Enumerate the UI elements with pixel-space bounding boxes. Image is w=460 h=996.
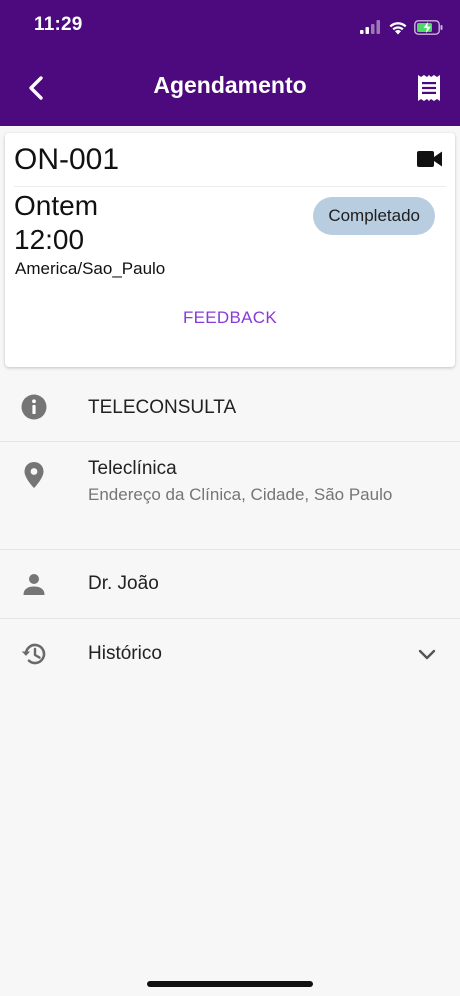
chevron-down-icon xyxy=(418,649,436,660)
doctor-name: Dr. João xyxy=(88,573,159,594)
appointment-code: ON-001 xyxy=(14,143,120,176)
status-icons xyxy=(360,16,444,38)
card-divider xyxy=(14,186,446,187)
person-icon xyxy=(20,570,48,598)
app-header: 11:29 Agendamento xyxy=(0,0,460,126)
history-label: Histórico xyxy=(88,643,162,664)
history-icon xyxy=(20,640,48,668)
history-toggle[interactable]: Histórico xyxy=(0,619,460,689)
location-name: Teleclínica xyxy=(88,458,177,479)
appointment-card: ON-001 Ontem 12:00 America/Sao_Paulo Com… xyxy=(5,133,455,367)
appointment-type-label: TELECONSULTA xyxy=(88,397,237,418)
videocam-icon xyxy=(417,151,442,167)
feedback-button[interactable]: FEEDBACK xyxy=(5,308,455,328)
row-doctor: Dr. João xyxy=(0,550,460,619)
info-icon xyxy=(20,393,48,421)
receipt-icon xyxy=(418,75,440,101)
status-badge: Completado xyxy=(313,197,435,235)
status-time: 11:29 xyxy=(34,14,83,35)
home-indicator[interactable] xyxy=(147,981,313,987)
wifi-icon xyxy=(389,21,407,34)
battery-charging-icon xyxy=(414,19,443,35)
appointment-timezone: America/Sao_Paulo xyxy=(15,259,166,278)
appointment-day: Ontem xyxy=(14,190,99,221)
location-pin-icon xyxy=(20,461,48,489)
row-location: Teleclínica Endereço da Clínica, Cidade,… xyxy=(0,442,460,550)
appointment-time: 12:00 xyxy=(14,224,85,255)
row-appointment-type: TELECONSULTA xyxy=(0,374,460,442)
page-title: Agendamento xyxy=(153,72,307,98)
receipt-button[interactable] xyxy=(414,70,444,106)
signal-icon xyxy=(360,20,380,34)
location-address: Endereço da Clínica, Cidade, São Paulo xyxy=(88,485,393,504)
